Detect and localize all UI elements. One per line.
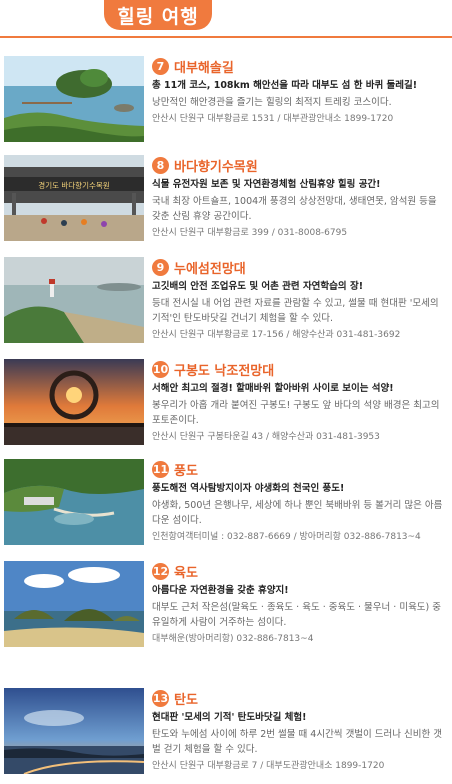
- item-number-badge: 9: [152, 258, 169, 276]
- item-text: 9 누에섬전망대 고깃배의 안전 조업유도 및 어촌 관련 자연학습의 장! 등…: [152, 257, 448, 342]
- item-tagline: 서해안 최고의 절경! 할매바위 할아바위 사이로 보이는 석양!: [152, 383, 394, 394]
- page-title: 힐링 여행: [117, 6, 199, 28]
- item-description: 등대 전시실 내 어업 관련 자료를 관람할 수 있고, 썰물 때 현대판 '모…: [152, 298, 439, 324]
- photo-bada-hyanggi-arboretum: 경기도 바다향기수목원: [4, 155, 144, 241]
- header-divider: [0, 36, 452, 38]
- item-number-badge: 11: [152, 460, 169, 478]
- item-description: 낭만적인 해안경관을 즐기는 힐링의 최적지 트레킹 코스이다.: [152, 97, 392, 108]
- item-text: 12 육도 아름다운 자연환경을 갖춘 휴양지! 대부도 근처 작은섬(말육도 …: [152, 561, 448, 646]
- item-tagline: 식물 유전자원 보존 및 자연환경체험 산림휴양 힐링 공간!: [152, 179, 381, 190]
- item-text: 10 구봉도 낙조전망대 서해안 최고의 절경! 할매바위 할아바위 사이로 보…: [152, 359, 448, 444]
- item-address: 안산시 단원구 대부황금로 399 / 031-8008-6795: [152, 228, 348, 238]
- item-address: 안산시 단원구 구봉타운길 43 / 해양수산과 031-481-3953: [152, 432, 380, 442]
- item-text: 7 대부해솔길 총 11개 코스, 108km 해안선을 따라 대부도 섬 한 …: [152, 56, 448, 126]
- item-description: 야생화, 500년 은행나무, 세상에 하나 뿐인 북배바위 등 볼거리 많은 …: [152, 500, 443, 526]
- photo-daebu-haesolgil: [4, 56, 144, 142]
- item-address: 대부해운(방아머리항) 032-886-7813~4: [152, 634, 314, 644]
- item-tagline: 풍도해전 역사탐방지이자 야생화의 천국인 풍도!: [152, 483, 345, 494]
- item-address: 안산시 단원구 대부황금로 7 / 대부도관광안내소 1899-1720: [152, 761, 385, 771]
- item-description: 탄도와 누에섬 사이에 하루 2번 썰물 때 4시간씩 갯벌이 드러나 신비한 …: [152, 729, 443, 755]
- item-title: 바다향기수목원: [174, 159, 258, 175]
- item-title: 탄도: [174, 692, 198, 708]
- item-description: 대부도 근처 작은섬(말육도 · 종육도 · 육도 · 중육도 · 물우너 · …: [152, 602, 442, 628]
- item-address: 안산시 단원구 대부황금로 1531 / 대부관광안내소 1899-1720: [152, 114, 394, 124]
- item-number-badge: 12: [152, 562, 169, 580]
- item-title: 누에섬전망대: [174, 261, 246, 277]
- item-tagline: 현대판 '모세의 기적' 탄도바닷길 체험!: [152, 712, 307, 723]
- photo-pungdo: [4, 459, 144, 545]
- item-title: 구봉도 낙조전망대: [174, 363, 275, 379]
- item-tagline: 고깃배의 안전 조업유도 및 어촌 관련 자연학습의 장!: [152, 281, 364, 292]
- photo-gubongdo-sunset: [4, 359, 144, 445]
- item-text: 8 바다향기수목원 식물 유전자원 보존 및 자연환경체험 산림휴양 힐링 공간…: [152, 155, 448, 240]
- photo-nuem-island-observatory: [4, 257, 144, 343]
- item-description: 국내 최장 아트숄프, 1004개 풍경의 상상전망대, 생태연못, 암석원 등…: [152, 196, 437, 222]
- sign-text: 경기도 바다향기수목원: [38, 180, 109, 190]
- item-number-badge: 8: [152, 156, 169, 174]
- item-address: 안산시 단원구 대부황금로 17-156 / 해양수산과 031-481-369…: [152, 330, 401, 340]
- item-number-badge: 10: [152, 360, 169, 378]
- item-number-badge: 13: [152, 689, 169, 707]
- item-address: 인천항여객터미널 : 032-887-6669 / 방아머리항 032-886-…: [152, 532, 421, 542]
- item-title: 대부해솔길: [174, 60, 234, 76]
- item-tagline: 아름다운 자연환경을 갖춘 휴양지!: [152, 585, 289, 596]
- item-text: 11 풍도 풍도해전 역사탐방지이자 야생화의 천국인 풍도! 야생화, 500…: [152, 459, 448, 544]
- page-header: 힐링 여행: [0, 0, 452, 40]
- item-title: 육도: [174, 565, 198, 581]
- item-text: 13 탄도 현대판 '모세의 기적' 탄도바닷길 체험! 탄도와 누에섬 사이에…: [152, 688, 448, 773]
- item-description: 봉우리가 아홉 개라 붙여진 구봉도! 구봉도 앞 바다의 석양 배경은 최고의…: [152, 400, 440, 426]
- photo-yukdo: [4, 561, 144, 647]
- item-title: 풍도: [174, 463, 198, 479]
- photo-tando: [4, 688, 144, 774]
- item-tagline: 총 11개 코스, 108km 해안선을 따라 대부도 섬 한 바퀴 둘레길!: [152, 80, 418, 91]
- item-number-badge: 7: [152, 57, 169, 75]
